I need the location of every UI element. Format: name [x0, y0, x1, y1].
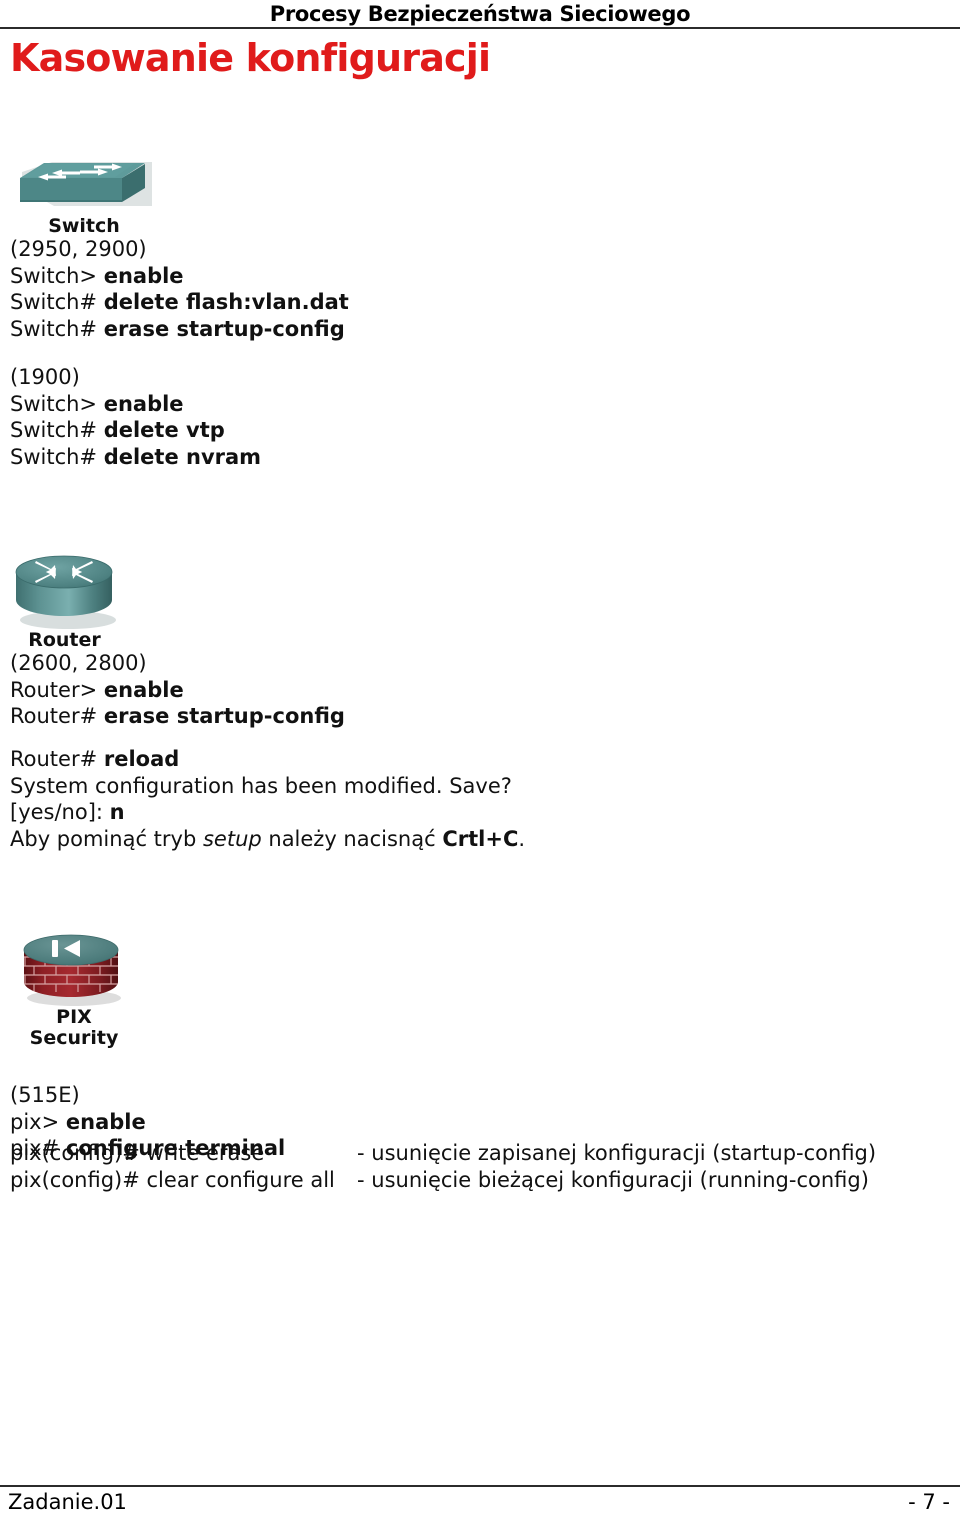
router-model: (2600, 2800)	[10, 651, 147, 675]
command: delete flash:vlan.dat	[103, 290, 349, 314]
switch-1900-line-3: Switch# delete nvram	[10, 444, 261, 471]
router-block: (2600, 2800) Router> enable Router# eras…	[10, 650, 345, 730]
switch-icon-caption: Switch	[48, 215, 120, 237]
switch-1900-block: (1900) Switch> enable Switch# delete vtp…	[10, 364, 261, 470]
command: enable	[103, 391, 184, 416]
prompt: Switch>	[10, 391, 104, 416]
pix-security-icon	[18, 930, 130, 1006]
pix-icon-caption-line1: PIX	[56, 1006, 92, 1028]
command: erase startup-config	[103, 316, 345, 341]
note-italic: setup	[202, 826, 262, 851]
pix-command-table: pix(config)# write erase - usunięcie zap…	[10, 1140, 876, 1193]
router-icon-caption: Router	[28, 629, 101, 651]
pix-row-command: pix(config)# write erase	[10, 1140, 357, 1167]
note-bold: Crtl+C	[442, 826, 519, 851]
switch-icon-group: Switch	[14, 132, 154, 237]
switch-1900-line-1: Switch> enable	[10, 391, 261, 418]
router-line-1: Router> enable	[10, 677, 345, 704]
router-reload-line: Router# reload	[10, 746, 525, 773]
pix-command-row: pix(config)# clear configure all - usuni…	[10, 1167, 876, 1194]
switch-2950-block: (2950, 2900) Switch> enable Switch# dele…	[10, 236, 349, 342]
switch-1900-line-2: Switch# delete vtp	[10, 417, 261, 444]
prompt: Router#	[10, 704, 104, 728]
pix-line-1: pix> enable	[10, 1109, 285, 1136]
switch-2950-line-1: Switch> enable	[10, 263, 349, 290]
prompt: Switch#	[10, 316, 104, 341]
switch-2950-line-3: Switch# erase startup-config	[10, 316, 349, 343]
note-post: .	[518, 826, 526, 851]
page-footer: Zadanie.01 - 7 -	[0, 1489, 960, 1517]
command: reload	[103, 747, 180, 771]
pix-security-icon-group: PIX Security	[18, 930, 130, 1049]
prompt: Switch>	[10, 263, 104, 288]
footer-page-number: - 7 -	[908, 1490, 950, 1514]
router-reload-block: Router# reload System configuration has …	[10, 746, 525, 852]
router-reload-output: System configuration has been modified. …	[10, 773, 512, 798]
page-header: Procesy Bezpieczeństwa Sieciowego	[0, 0, 960, 28]
command: erase startup-config	[103, 704, 345, 728]
router-setup-note: Aby pominąć tryb setup należy nacisnąć C…	[10, 826, 525, 853]
command: delete vtp	[103, 418, 225, 442]
footer-divider	[0, 1485, 960, 1487]
pix-row-description: - usunięcie bieżącej konfiguracji (runni…	[357, 1167, 869, 1192]
prompt: Router>	[10, 677, 104, 702]
note-mid: należy nacisnąć	[261, 826, 443, 851]
pix-row-command: pix(config)# clear configure all	[10, 1167, 357, 1194]
router-icon	[12, 550, 117, 629]
command: enable	[103, 677, 184, 702]
prompt: Router#	[10, 747, 104, 771]
command: write erase	[146, 1141, 265, 1165]
header-title: Procesy Bezpieczeństwa Sieciowego	[269, 2, 691, 26]
router-reload-answer: [yes/no]: n	[10, 799, 525, 826]
pix-row-description: - usunięcie zapisanej konfiguracji (star…	[357, 1141, 877, 1165]
switch-2950-model: (2950, 2900)	[10, 237, 147, 261]
prompt: Switch#	[10, 444, 104, 469]
prompt: pix(config)#	[10, 1141, 147, 1165]
answer-value: n	[109, 800, 125, 824]
switch-1900-model: (1900)	[10, 365, 80, 389]
footer-left-label: Zadanie.01	[8, 1490, 127, 1514]
command: delete nvram	[103, 444, 262, 469]
prompt: pix>	[10, 1109, 66, 1134]
command: enable	[65, 1109, 146, 1134]
prompt: pix(config)#	[10, 1167, 147, 1192]
router-icon-group: Router	[12, 550, 117, 651]
page-title: Kasowanie konfiguracji	[10, 36, 491, 80]
pix-model: (515E)	[10, 1083, 80, 1107]
switch-2950-line-2: Switch# delete flash:vlan.dat	[10, 289, 349, 316]
note-pre: Aby pominąć tryb	[10, 826, 203, 851]
switch-icon	[14, 132, 154, 212]
command: enable	[103, 263, 184, 288]
pix-command-row: pix(config)# write erase - usunięcie zap…	[10, 1140, 876, 1167]
prompt: Switch#	[10, 290, 104, 314]
answer-prompt: [yes/no]:	[10, 800, 110, 824]
pix-icon-caption-line2: Security	[29, 1027, 119, 1049]
header-divider	[0, 27, 960, 29]
router-line-2: Router# erase startup-config	[10, 703, 345, 730]
command: clear configure all	[146, 1167, 335, 1192]
prompt: Switch#	[10, 418, 104, 442]
